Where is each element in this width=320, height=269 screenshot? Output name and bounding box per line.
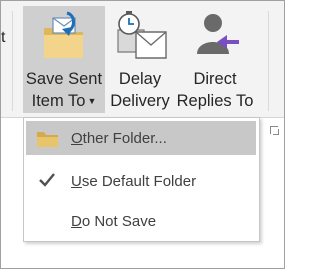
dialog-launcher-icon[interactable]: [270, 126, 279, 135]
menu-item-label: Other Folder...: [71, 130, 167, 147]
delay-delivery-label-line1: Delay: [118, 70, 162, 88]
menu-item-label: Do Not Save: [71, 213, 157, 230]
menu-item-do-not-save[interactable]: Do Not Save: [26, 204, 256, 238]
folder-icon: [36, 127, 60, 153]
checkmark-icon: [38, 172, 56, 192]
save-sent-item-to-button[interactable]: Save Sent Item To ▼: [23, 6, 105, 113]
chevron-down-icon: ▼: [87, 96, 97, 106]
menu-item-other-folder[interactable]: Other Folder...: [26, 121, 256, 155]
save-sent-dropdown-menu: Other Folder... Use Default Folder Do No…: [23, 117, 260, 242]
ribbon: t Save Sent Item To ▼ Delay Delivery Dir…: [1, 1, 284, 118]
menu-item-use-default-folder[interactable]: Use Default Folder: [26, 164, 256, 198]
direct-replies-to-button[interactable]: Direct Replies To: [175, 6, 255, 113]
group-separator: [12, 11, 13, 111]
save-sent-folder-icon: [41, 10, 87, 67]
direct-replies-label-line1: Direct: [193, 70, 237, 88]
menu-item-label: Use Default Folder: [71, 173, 197, 190]
ribbon-partial-label: t: [1, 29, 6, 46]
group-separator: [268, 11, 269, 111]
save-sent-label-line2: Item To ▼: [31, 92, 97, 110]
save-sent-label-line1: Save Sent: [25, 70, 103, 88]
delay-delivery-label-line2: Delivery: [110, 92, 170, 110]
direct-replies-label-line2: Replies To: [176, 92, 254, 110]
direct-replies-icon: [195, 10, 241, 67]
delay-delivery-button[interactable]: Delay Delivery: [106, 6, 174, 113]
delay-delivery-icon: [114, 10, 168, 67]
